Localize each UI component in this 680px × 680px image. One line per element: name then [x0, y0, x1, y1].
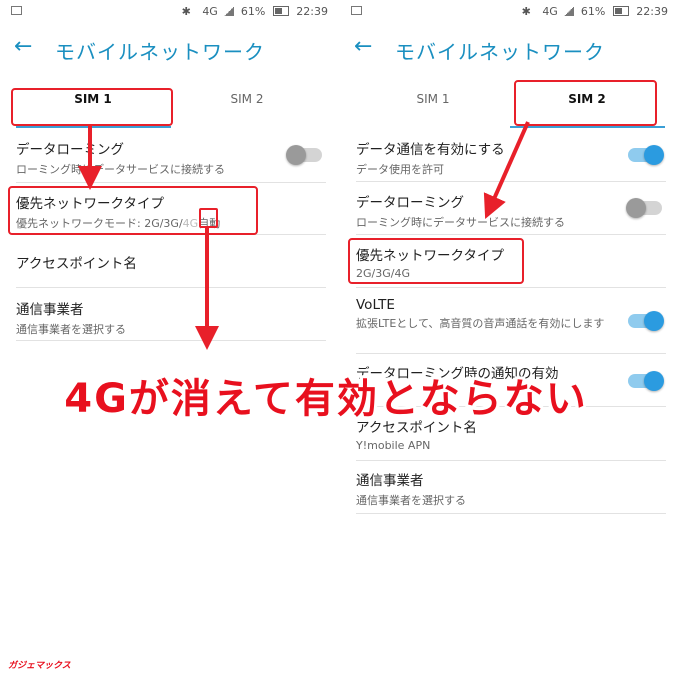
annotation-arrows — [78, 121, 530, 350]
arrow-sim2-to-network — [483, 121, 530, 219]
annotation-banner: 4Gが消えて有効とならない — [64, 376, 588, 422]
watermark: ガジェマックス — [8, 661, 71, 671]
